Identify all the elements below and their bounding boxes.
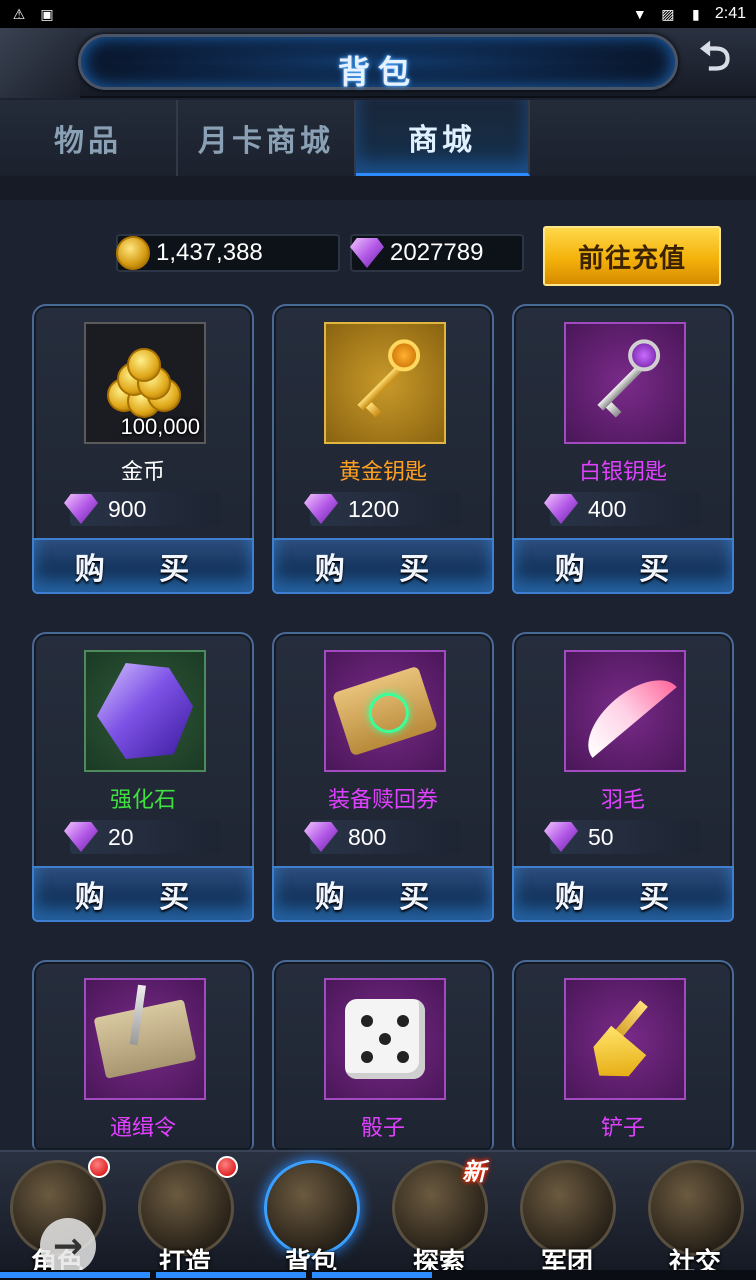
back-arrow-icon: ⮌ (698, 34, 732, 80)
nav-progress (0, 1270, 756, 1280)
item-image[interactable]: 100,000 (84, 322, 206, 444)
item-name: 黄金钥匙 (338, 460, 427, 485)
item-price: 50 (544, 820, 700, 854)
buy-button[interactable]: 购 买 (512, 538, 734, 594)
tab-items[interactable]: 物品 (0, 100, 178, 176)
nav-item-anvil[interactable]: 打造 (130, 1156, 240, 1278)
enhancement-stone-icon (97, 663, 193, 759)
shop-item-card: 黄金钥匙 1200 购 买 (272, 304, 494, 594)
buy-button[interactable]: 购 买 (32, 866, 254, 922)
gold-coins-icon (103, 348, 187, 418)
warning-icon: ⚠ (12, 5, 26, 22)
status-bar: ⚠ ▣ ▼ ▨ ▮ 2:41 (0, 0, 756, 28)
item-image[interactable] (564, 978, 686, 1100)
notification-dot-icon (216, 1156, 238, 1178)
battery-icon: ▮ (692, 5, 700, 22)
nav-item-shield[interactable]: 军团 (512, 1160, 622, 1278)
shop-item-card: 通缉令 (32, 960, 254, 1150)
tab-monthly-card-shop[interactable]: 月卡商城 (178, 100, 356, 176)
item-name: 通缉令 (109, 1116, 176, 1141)
item-price: 20 (64, 820, 220, 854)
gold-coin-icon (116, 236, 150, 270)
price-value: 1200 (348, 495, 400, 522)
item-quantity: 100,000 (120, 414, 200, 439)
gem-icon (64, 822, 98, 852)
wifi-icon: ▼ (632, 6, 647, 22)
shovel-icon (577, 991, 673, 1087)
gem-icon (304, 494, 338, 524)
gem-icon (304, 822, 338, 852)
status-time: 2:41 (714, 5, 746, 22)
tab-bar: 物品 月卡商城 商城 (0, 100, 756, 176)
gold-amount: 1,437,388 (156, 239, 263, 266)
golden-key-icon (346, 332, 427, 422)
redemption-scroll-icon (332, 665, 438, 757)
shop-item-card: 装备赎回券 800 购 买 (272, 632, 494, 922)
gem-icon (544, 494, 578, 524)
item-image[interactable] (564, 322, 686, 444)
gold-balance: 1,437,388 (116, 234, 340, 272)
arrow-right-icon: → (52, 1225, 84, 1267)
item-name: 羽毛 (600, 788, 645, 813)
shop-item-card: 白银钥匙 400 购 买 (512, 304, 734, 594)
item-price: 900 (64, 492, 220, 526)
feather-icon (573, 664, 677, 758)
gem-amount: 2027789 (390, 239, 484, 266)
nav-item-explore[interactable]: 探索新 (384, 1158, 494, 1278)
item-name: 强化石 (109, 788, 176, 813)
buy-button[interactable]: 购 买 (32, 538, 254, 594)
item-image[interactable] (84, 978, 206, 1100)
shop-item-card: 100,000 金币 900 购 买 (32, 304, 254, 594)
notification-dot-icon (88, 1156, 110, 1178)
new-badge: 新 (462, 1158, 486, 1186)
next-arrow-button[interactable]: → (40, 1218, 96, 1274)
bottom-nav: 角色打造背包探索新军团社交 (0, 1150, 756, 1280)
dice-icon (345, 999, 425, 1079)
title-bar: 背包 ⮌ (0, 28, 756, 98)
price-value: 50 (588, 823, 614, 850)
silver-key-icon (586, 332, 667, 422)
gem-icon (64, 494, 98, 524)
buy-button[interactable]: 购 买 (272, 538, 494, 594)
item-image[interactable] (324, 322, 446, 444)
buy-button[interactable]: 购 买 (272, 866, 494, 922)
price-value: 800 (348, 823, 387, 850)
image-notification-icon: ▣ (40, 5, 54, 22)
price-value: 400 (588, 495, 627, 522)
gem-icon (350, 238, 384, 268)
shop-item-card: 骰子 (272, 960, 494, 1150)
item-name: 骰子 (360, 1116, 405, 1141)
item-name: 白银钥匙 (578, 460, 667, 485)
shop-item-card: 强化石 20 购 买 (32, 632, 254, 922)
ornament-decoration (0, 28, 80, 98)
nav-item-backpack[interactable]: 背包 (256, 1160, 366, 1278)
item-name: 铲子 (600, 1116, 645, 1141)
item-price: 800 (304, 820, 460, 854)
item-image[interactable] (324, 650, 446, 772)
recharge-button[interactable]: 前往充值 (543, 226, 721, 286)
nav-item-mail[interactable]: 社交 (640, 1160, 750, 1278)
wanted-poster-icon (93, 999, 197, 1079)
item-image[interactable] (84, 650, 206, 772)
buy-button[interactable]: 购 买 (512, 866, 734, 922)
gem-icon (544, 822, 578, 852)
item-name: 金币 (120, 460, 165, 485)
title-frame: 背包 (78, 34, 678, 91)
divider (0, 176, 756, 200)
shop-item-card: 羽毛 50 购 买 (512, 632, 734, 922)
price-value: 900 (108, 495, 147, 522)
item-price: 400 (544, 492, 700, 526)
item-name: 装备赎回券 (327, 788, 438, 813)
price-value: 20 (108, 823, 134, 850)
item-image[interactable] (324, 978, 446, 1100)
item-price: 1200 (304, 492, 460, 526)
item-image[interactable] (564, 650, 686, 772)
back-button[interactable]: ⮌ (680, 34, 750, 90)
page-title: 背包 (337, 53, 418, 91)
gem-balance: 2027789 (350, 234, 524, 272)
tab-shop[interactable]: 商城 (356, 100, 530, 176)
no-sim-icon: ▨ (661, 5, 675, 22)
shop-item-card: 铲子 (512, 960, 734, 1150)
